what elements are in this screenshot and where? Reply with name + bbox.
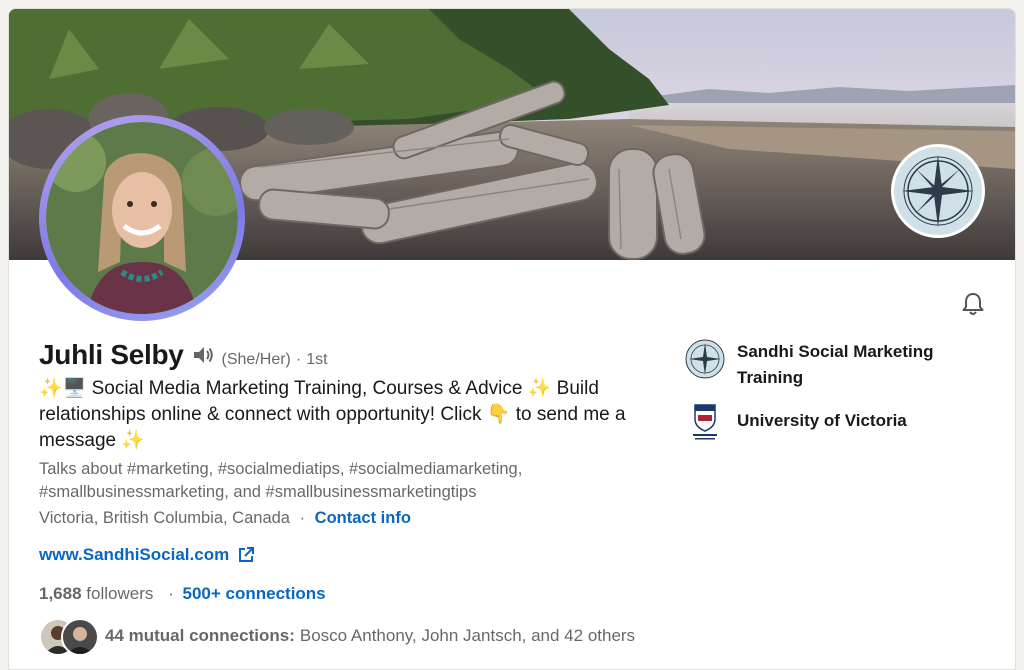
followers-label: followers [81, 584, 154, 603]
avatar [61, 618, 99, 656]
school-name: University of Victoria [737, 411, 907, 430]
mutual-names: Bosco Anthony, John Jantsch, and 42 othe… [299, 626, 636, 645]
contact-info-link[interactable]: Contact info [315, 509, 411, 527]
experience-current-company[interactable]: Sandhi Social Marketing Training [685, 339, 977, 391]
mutual-count: 44 mutual connections: [105, 626, 295, 645]
external-link-icon [237, 546, 255, 564]
separator-dot: · [299, 509, 306, 527]
location-row: Victoria, British Columbia, Canada · Con… [39, 509, 411, 528]
website-link[interactable]: www.SandhiSocial.com [39, 545, 255, 565]
profile-name: Juhli Selby [39, 339, 184, 370]
location: Victoria, British Columbia, Canada [39, 509, 290, 527]
connections-link[interactable]: 500+ connections [183, 584, 326, 603]
banner-compass-logo [891, 144, 985, 238]
experience-education[interactable]: University of Victoria [685, 401, 977, 441]
talks-about: Talks about #marketing, #socialmediatips… [39, 460, 523, 501]
followers-row: 1,688 followers · 500+ connections [39, 584, 326, 604]
mutual-connections[interactable]: 44 mutual connections: Bosco Anthony, Jo… [39, 618, 636, 656]
mutual-avatars [39, 618, 99, 656]
profile-photo-image [46, 122, 238, 314]
separator-dot: · [295, 351, 302, 368]
profile-headline: ✨🖥️ Social Media Marketing Training, Cou… [39, 378, 626, 451]
profile-photo[interactable] [39, 115, 245, 321]
name-row: Juhli Selby (She/Her) · 1st [39, 339, 328, 371]
separator-dot: · [168, 584, 174, 603]
bell-icon[interactable] [959, 290, 987, 318]
compass-rose-icon [685, 339, 725, 379]
speaker-icon[interactable] [192, 345, 214, 365]
company-name: Sandhi Social Marketing Training [737, 342, 934, 387]
connection-degree: 1st [306, 351, 328, 368]
profile-card: Juhli Selby (She/Her) · 1st ✨🖥️ Social M… [8, 8, 1016, 670]
university-crest-icon [685, 401, 725, 441]
followers-count: 1,688 [39, 584, 82, 603]
website-url: www.SandhiSocial.com [39, 545, 230, 564]
pronouns: (She/Her) [221, 351, 291, 368]
